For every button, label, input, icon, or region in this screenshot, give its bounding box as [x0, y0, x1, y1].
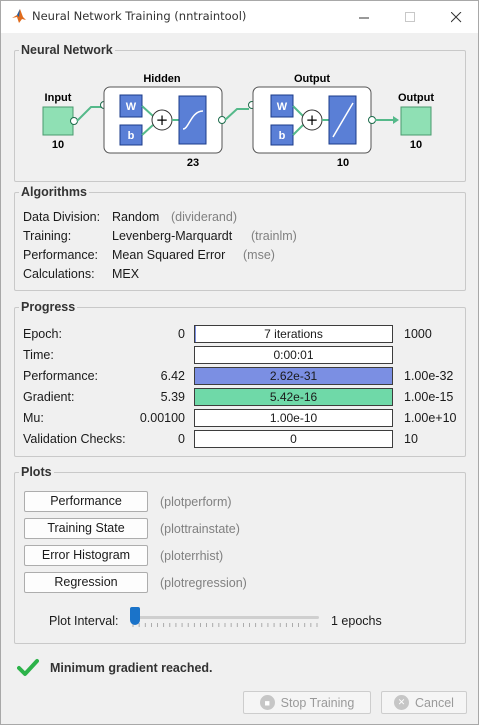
check-icon [17, 659, 39, 676]
progress-bar: 0:00:01 [194, 346, 393, 364]
progress-end-value: 1000 [404, 327, 432, 341]
progress-bar-fill [195, 326, 197, 342]
algo-key: Performance: [23, 248, 99, 262]
plot-interval-slider[interactable] [129, 607, 321, 629]
performance-plot-button[interactable]: Performance [24, 491, 148, 512]
network-diagram: Input 10 Hidden W b + 23 Output W b + 10… [42, 73, 434, 169]
progress-start-value: 0.00100 [139, 411, 185, 425]
progress-bar: 5.42e-16 [194, 388, 393, 406]
error-histogram-plot-button[interactable]: Error Histogram [24, 545, 148, 566]
algo-value: MEX [112, 267, 140, 281]
hidden-transfer [178, 95, 207, 145]
cancel-label: Cancel [415, 695, 454, 710]
plot-func-label: (plottrainstate) [160, 522, 240, 536]
output-node [400, 106, 432, 136]
plot-interval-label: Plot Interval: [49, 614, 119, 628]
output-layer-size: 10 [337, 157, 349, 169]
algo-value: Mean Squared Error [112, 248, 226, 262]
progress-start-value: 0 [178, 327, 185, 341]
plot-func-label: (plotperform) [160, 495, 232, 509]
svg-text:W: W [277, 101, 288, 113]
hidden-size: 23 [187, 157, 199, 169]
svg-text:b: b [279, 130, 286, 142]
hidden-label: Hidden [143, 73, 181, 85]
progress-start-value: 5.39 [160, 390, 185, 404]
progress-bar: 0 [194, 430, 393, 448]
algo-key: Training: [23, 229, 72, 243]
cancel-button[interactable]: ✕ Cancel [381, 691, 467, 714]
algorithms-panel-title: Algorithms [19, 184, 89, 200]
progress-label: Time: [23, 348, 54, 362]
stop-icon: ■ [259, 695, 275, 710]
progress-label: Gradient: [23, 390, 75, 404]
progress-end-value: 10 [404, 432, 418, 446]
progress-current-value: 0:00:01 [273, 348, 314, 362]
progress-current-value: 7 iterations [264, 327, 323, 341]
svg-text:+: + [156, 111, 169, 129]
algo-key: Calculations: [23, 267, 95, 281]
stop-training-button[interactable]: ■ Stop Training [243, 691, 371, 714]
cancel-icon: ✕ [394, 695, 410, 710]
progress-end-value: 1.00e+10 [404, 411, 457, 425]
progress-bar: 7 iterations [194, 325, 393, 343]
svg-text:+: + [306, 111, 319, 129]
output-layer-label: Output [294, 73, 330, 85]
plots-panel-title: Plots [19, 464, 54, 480]
progress-current-value: 1.00e-10 [269, 411, 318, 425]
algo-func: (mse) [243, 248, 275, 262]
algo-value: Random [112, 210, 160, 224]
slider-track [131, 616, 319, 619]
training-state-plot-button[interactable]: Training State [24, 518, 148, 539]
algo-key: Data Division: [23, 210, 101, 224]
progress-start-value: 6.42 [160, 369, 185, 383]
regression-plot-button[interactable]: Regression [24, 572, 148, 593]
progress-end-value: 1.00e-32 [404, 369, 454, 383]
plot-func-label: (ploterrhist) [160, 549, 224, 563]
slider-ticks [132, 623, 318, 627]
progress-label: Epoch: [23, 327, 62, 341]
progress-bar: 2.62e-31 [194, 367, 393, 385]
stop-training-label: Stop Training [280, 695, 355, 710]
input-size: 10 [52, 139, 64, 151]
training-window: Neural Network Training (nntraintool) Ne… [0, 0, 479, 725]
plot-interval-value: 1 epochs [331, 614, 382, 628]
progress-start-value: 0 [178, 432, 185, 446]
progress-current-value: 0 [290, 432, 297, 446]
progress-label: Mu: [23, 411, 44, 425]
progress-bar: 1.00e-10 [194, 409, 393, 427]
input-node [42, 106, 74, 136]
progress-current-value: 2.62e-31 [269, 369, 318, 383]
input-label: Input [45, 92, 72, 104]
slider-thumb[interactable] [130, 607, 140, 625]
algo-func: (dividerand) [171, 210, 238, 224]
algo-value: Levenberg-Marquardt [112, 229, 233, 243]
progress-end-value: 1.00e-15 [404, 390, 454, 404]
svg-text:b: b [128, 130, 135, 142]
plot-func-label: (plotregression) [160, 576, 247, 590]
progress-label: Performance: [23, 369, 99, 383]
output-label: Output [398, 92, 434, 104]
algo-func: (trainlm) [251, 229, 297, 243]
svg-text:W: W [126, 101, 137, 113]
status-message: Minimum gradient reached. [50, 661, 213, 675]
progress-panel-title: Progress [19, 299, 78, 315]
progress-current-value: 5.42e-16 [269, 390, 318, 404]
output-size: 10 [410, 139, 422, 151]
